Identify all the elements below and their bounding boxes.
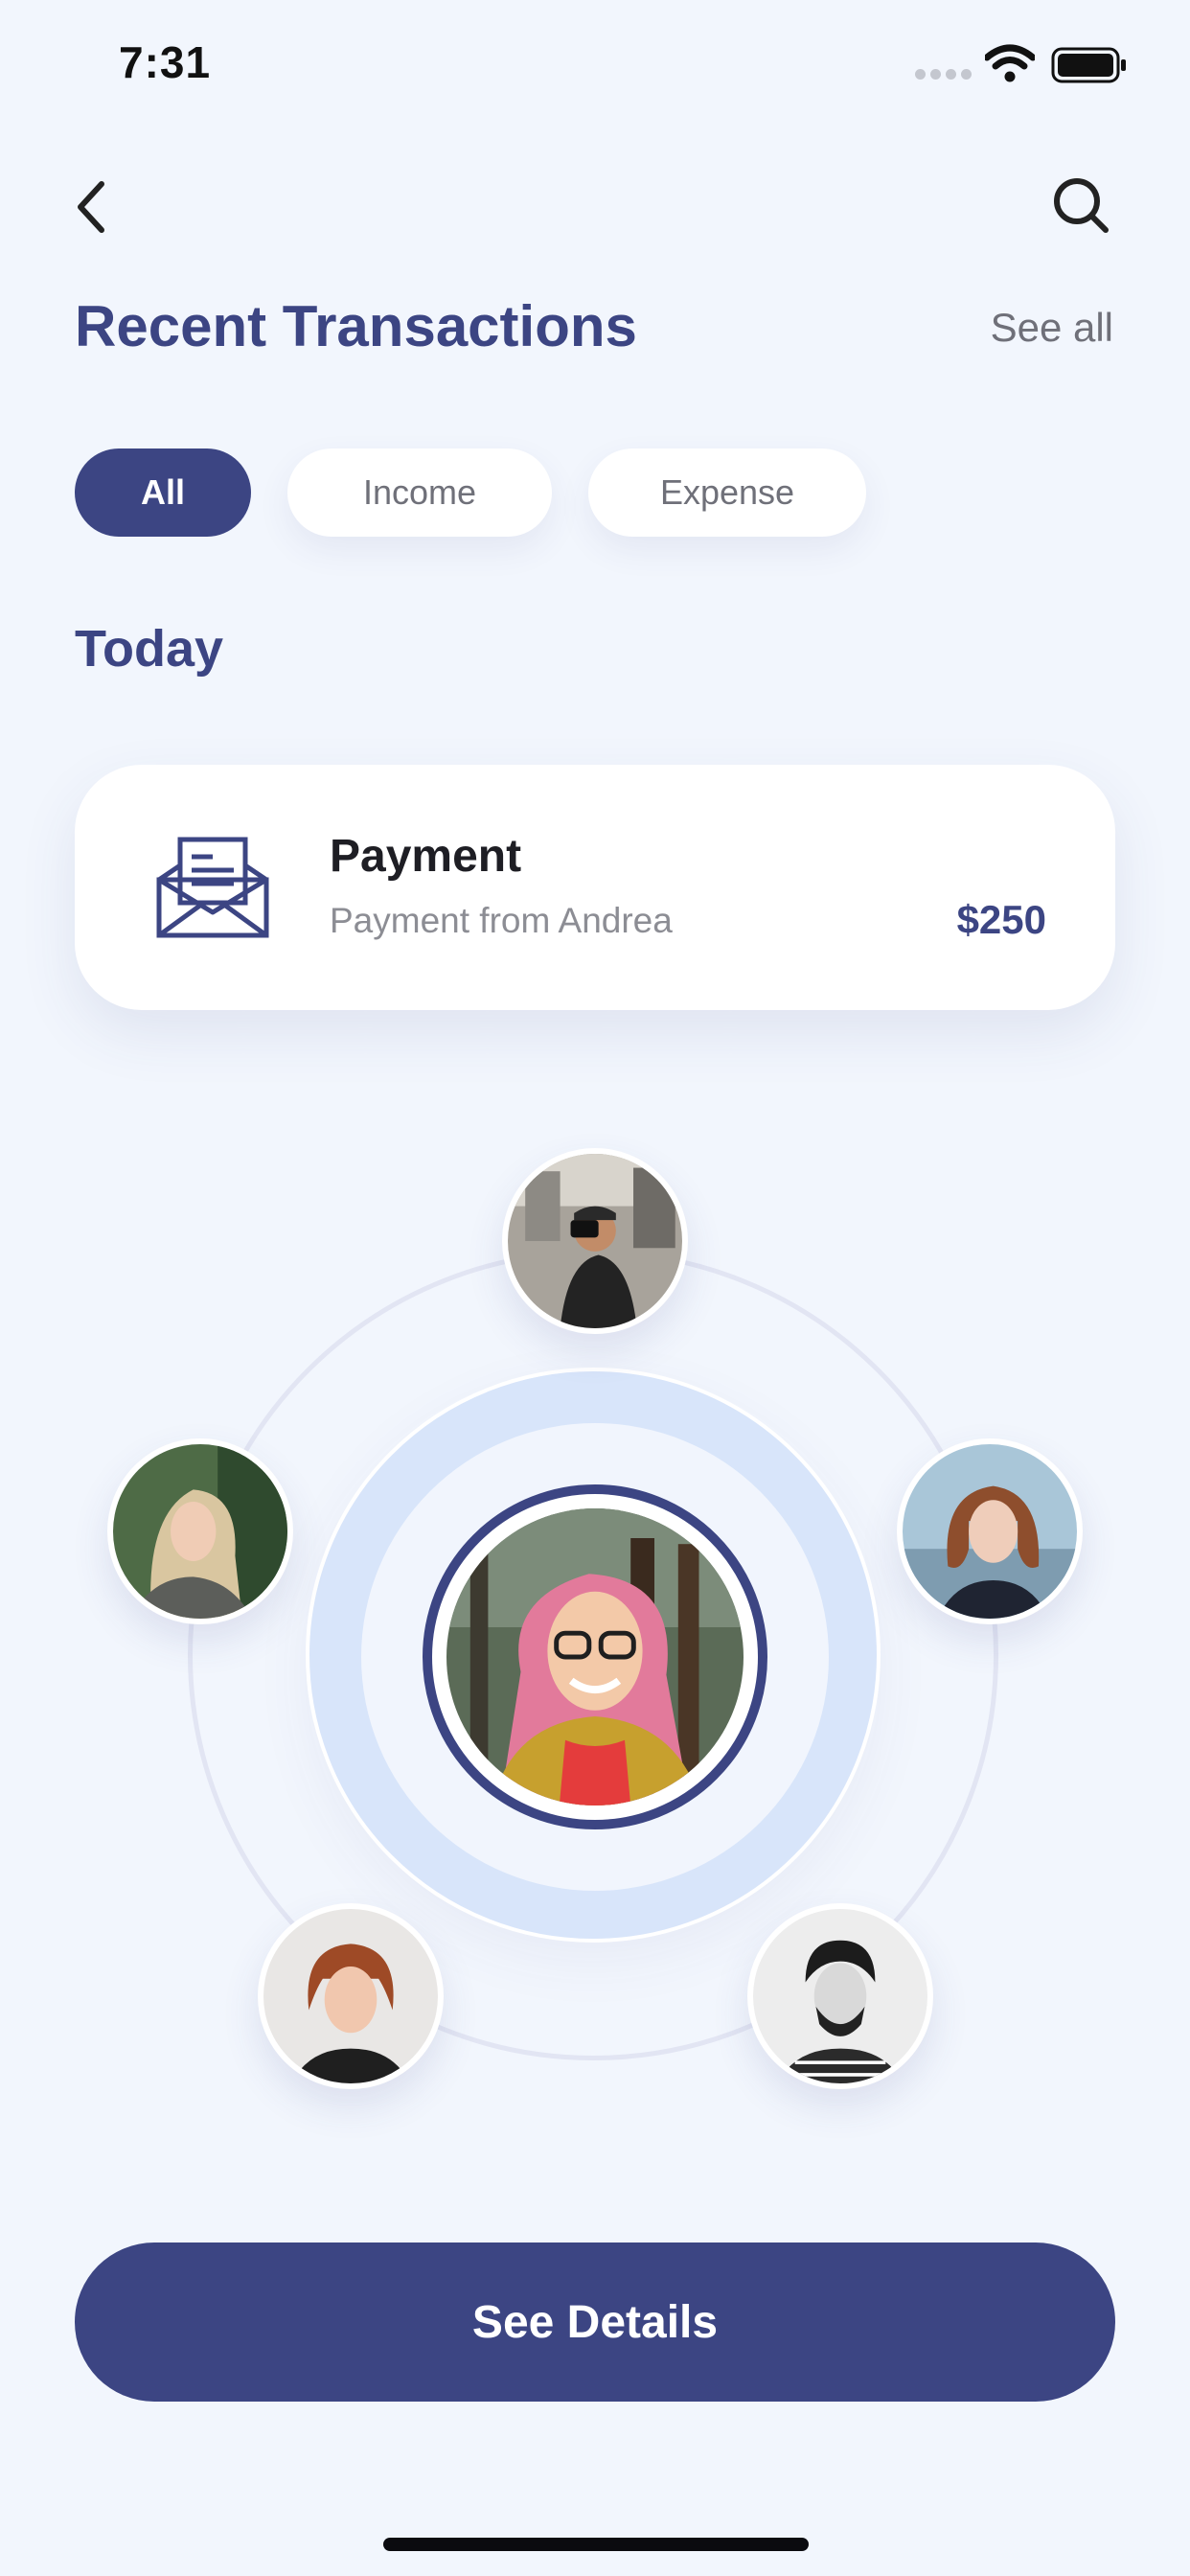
filter-expense-chip[interactable]: Expense <box>588 448 866 537</box>
page-title: Recent Transactions <box>75 294 637 358</box>
avatar-top[interactable] <box>502 1148 688 1334</box>
home-indicator <box>383 2538 809 2551</box>
see-details-button[interactable]: See Details <box>75 2242 1115 2402</box>
avatar-center[interactable] <box>446 1508 744 1806</box>
transaction-amount: $250 <box>956 897 1046 942</box>
contacts-orbit <box>0 0 1190 2576</box>
status-time: 7:31 <box>119 37 212 87</box>
avatar-right[interactable] <box>897 1438 1083 1624</box>
wifi-icon <box>983 44 1037 82</box>
section-heading-today: Today <box>75 620 224 678</box>
filter-income-chip[interactable]: Income <box>287 448 552 537</box>
see-all-link[interactable]: See all <box>991 305 1113 351</box>
transaction-subtitle: Payment from Andrea <box>330 901 673 940</box>
back-icon[interactable] <box>69 178 117 236</box>
battery-icon <box>1051 46 1128 84</box>
mail-icon <box>153 836 272 941</box>
avatar-bottom-right[interactable] <box>747 1903 933 2089</box>
signal-icon <box>915 69 973 80</box>
filter-all-chip[interactable]: All <box>75 448 251 537</box>
search-icon[interactable] <box>1050 174 1111 236</box>
avatar-bottom-left[interactable] <box>258 1903 444 2089</box>
avatar-left[interactable] <box>107 1438 293 1624</box>
transaction-card[interactable]: Payment Payment from Andrea $250 <box>75 765 1115 1010</box>
transaction-title: Payment <box>330 831 522 882</box>
